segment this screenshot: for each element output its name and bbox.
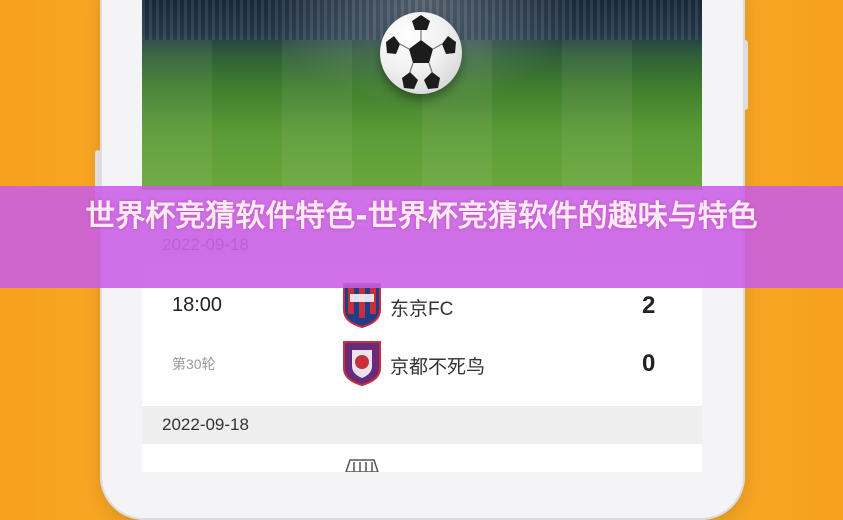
soccer-ball-icon bbox=[380, 12, 462, 94]
away-team-name: 京都不死鸟 bbox=[390, 357, 486, 378]
team-badge-icon bbox=[345, 459, 379, 472]
match-time: 18:00 bbox=[172, 294, 223, 316]
banner-title: 世界杯竞猜软件特色-世界杯竞猜软件的趣味与特色 bbox=[85, 199, 758, 234]
home-team-name: 东京FC bbox=[390, 299, 454, 320]
home-team-score: 2 bbox=[642, 292, 656, 319]
match-round: 第30轮 bbox=[172, 356, 216, 372]
kyoto-sanga-badge-icon bbox=[343, 341, 381, 386]
away-team-score: 0 bbox=[642, 350, 656, 377]
hero-stadium-image bbox=[142, 0, 702, 190]
match-date-header: 2022-09-18 bbox=[142, 406, 702, 444]
match-date: 2022-09-18 bbox=[162, 415, 249, 434]
